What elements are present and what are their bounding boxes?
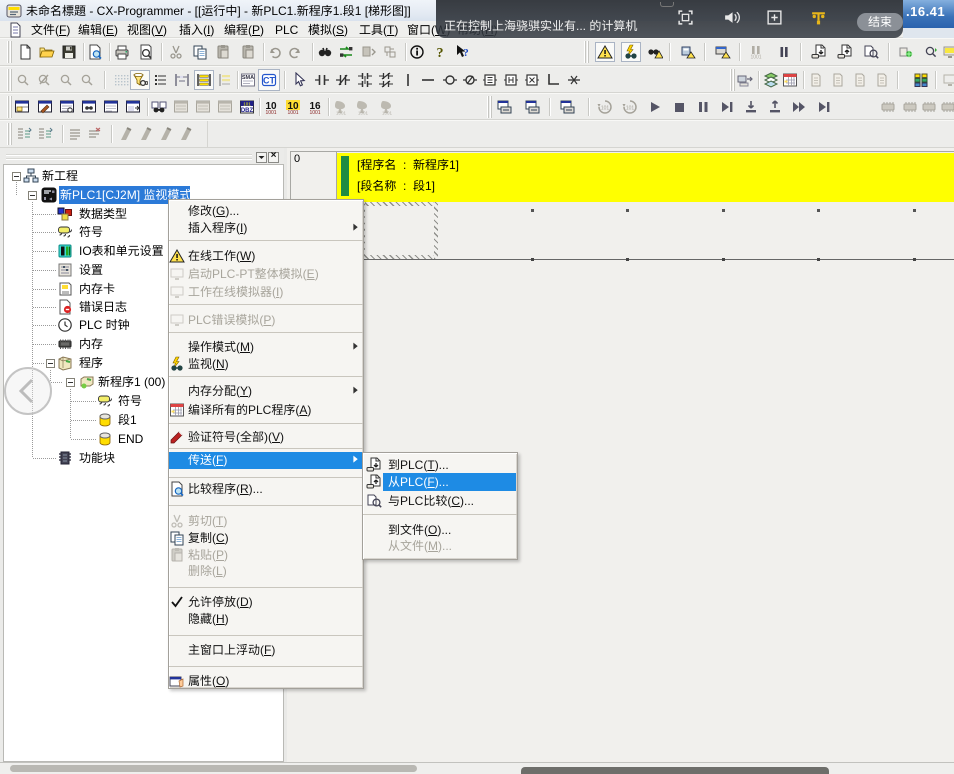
svg-text:CT: CT	[263, 76, 275, 86]
svg-text:?: ?	[463, 47, 469, 59]
svg-text:101: 101	[601, 106, 610, 112]
svg-text:DBZ: DBZ	[241, 108, 254, 114]
svg-text:1001: 1001	[287, 110, 298, 115]
svg-text:SMA: SMA	[242, 75, 254, 81]
svg-text:1001: 1001	[382, 111, 393, 116]
svg-text:?: ?	[437, 46, 444, 60]
svg-text:1001: 1001	[750, 55, 761, 61]
svg-text:101: 101	[243, 102, 251, 107]
svg-text:1001: 1001	[336, 111, 347, 116]
svg-text:1001: 1001	[358, 111, 369, 116]
svg-text:101: 101	[626, 106, 635, 112]
svg-text:1001: 1001	[309, 110, 320, 115]
svg-text:1001: 1001	[265, 110, 276, 115]
